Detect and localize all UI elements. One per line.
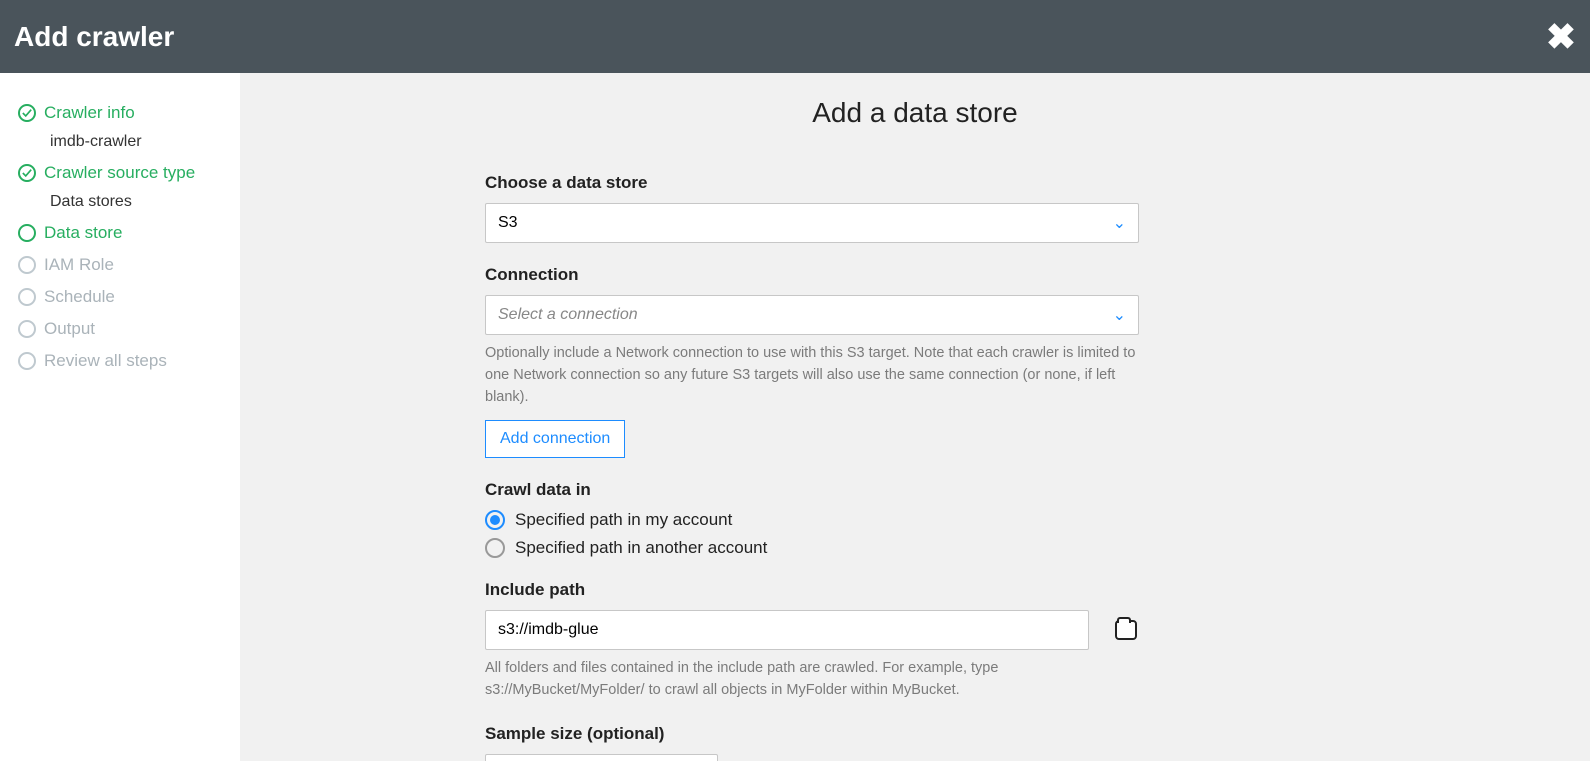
circle-icon [18,256,36,274]
step-output[interactable]: Output [18,319,240,339]
connection-label: Connection [485,265,1345,285]
check-icon [18,164,36,182]
include-path-input[interactable] [485,610,1089,650]
circle-icon [18,352,36,370]
step-label: Data store [44,223,122,243]
step-label: Crawler info [44,103,135,123]
radio-my-account[interactable]: Specified path in my account [485,510,1345,530]
radio-icon [485,538,505,558]
check-icon [18,104,36,122]
include-path-label: Include path [485,580,1345,600]
step-sub-source-type: Data stores [50,193,240,211]
modal-header: Add crawler ✖ [0,0,1590,73]
step-label: Review all steps [44,351,167,371]
chevron-down-icon: ⌄ [1113,305,1126,325]
crawl-data-label: Crawl data in [485,480,1345,500]
radio-label: Specified path in another account [515,538,767,558]
chevron-down-icon: ⌄ [1113,213,1126,233]
main-content: Add a data store Choose a data store S3 … [240,73,1590,761]
circle-icon [18,224,36,242]
circle-icon [18,320,36,338]
radio-icon [485,510,505,530]
step-crawler-info[interactable]: Crawler info [18,103,240,123]
wizard-sidebar: Crawler info imdb-crawler Crawler source… [0,73,240,761]
data-store-label: Choose a data store [485,173,1345,193]
step-label: IAM Role [44,255,114,275]
include-path-hint: All folders and files contained in the i… [485,658,1139,702]
step-schedule[interactable]: Schedule [18,287,240,307]
circle-icon [18,288,36,306]
data-store-select[interactable]: S3 ⌄ [485,203,1139,243]
step-label: Schedule [44,287,115,307]
connection-select[interactable]: Select a connection ⌄ [485,295,1139,335]
step-label: Crawler source type [44,163,195,183]
step-sub-crawler-info: imdb-crawler [50,133,240,151]
radio-another-account[interactable]: Specified path in another account [485,538,1345,558]
connection-placeholder: Select a connection [498,306,638,324]
add-connection-button[interactable]: Add connection [485,420,625,458]
browse-folder-icon[interactable] [1115,620,1137,640]
data-store-value: S3 [498,214,518,232]
step-review[interactable]: Review all steps [18,351,240,371]
step-iam-role[interactable]: IAM Role [18,255,240,275]
step-data-store[interactable]: Data store [18,223,240,243]
close-icon[interactable]: ✖ [1546,19,1576,55]
step-crawler-source-type[interactable]: Crawler source type [18,163,240,183]
sample-size-label: Sample size (optional) [485,724,1345,744]
radio-label: Specified path in my account [515,510,732,530]
page-title: Add crawler [14,21,174,53]
sample-size-input[interactable] [485,754,718,761]
step-label: Output [44,319,95,339]
form-title: Add a data store [485,97,1345,129]
connection-hint: Optionally include a Network connection … [485,343,1139,408]
